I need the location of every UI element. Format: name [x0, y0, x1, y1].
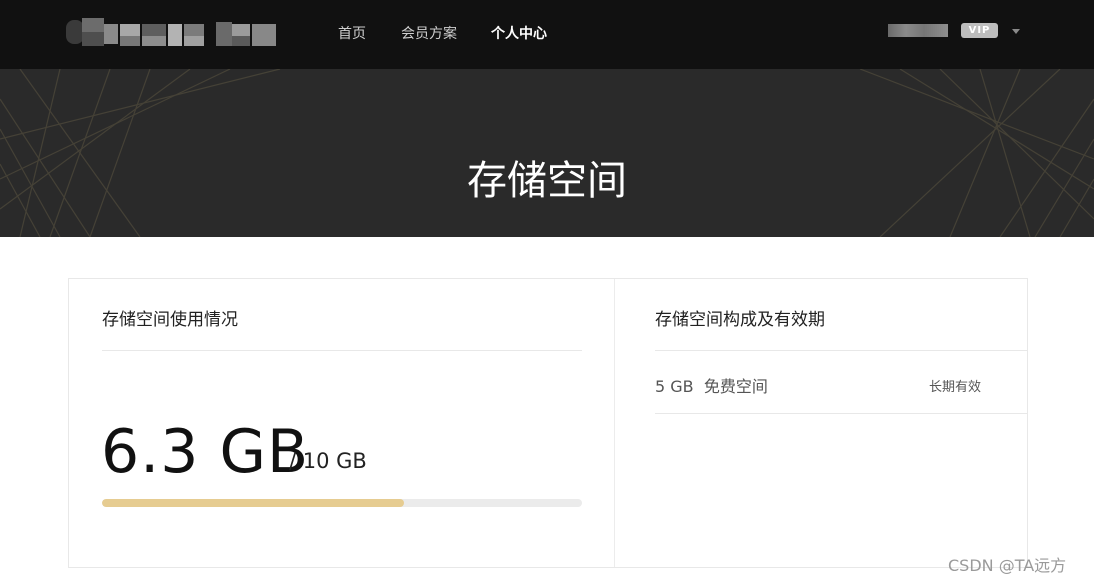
nav-item-personal-center[interactable]: 个人中心 — [491, 23, 547, 43]
chevron-down-icon[interactable] — [1012, 29, 1020, 34]
page-title: 存储空间 — [467, 158, 627, 204]
used-storage-value: 6.3 GB — [101, 417, 310, 487]
storage-progress-bar — [102, 499, 582, 507]
nav-item-home[interactable]: 首页 — [338, 23, 366, 43]
storage-row-validity: 长期有效 — [929, 380, 982, 395]
nav-item-membership-plans[interactable]: 会员方案 — [401, 23, 457, 43]
storage-progress-fill — [102, 499, 405, 507]
total-storage-value: / 10 GB — [289, 449, 367, 473]
card-divider — [614, 279, 615, 567]
watermark: CSDN @TA远方 — [948, 556, 1067, 575]
storage-row-label: 5 GB 免费空间 — [655, 377, 768, 396]
username-pixelated[interactable] — [888, 24, 948, 37]
storage-card: 存储空间使用情况 6.3 GB / 10 GB 存储空间构成及有效期 5 GB … — [68, 278, 1028, 568]
storage-row: 5 GB 免费空间 长期有效 — [655, 351, 1028, 414]
composition-section-title: 存储空间构成及有效期 — [655, 310, 825, 330]
usage-section-separator — [102, 350, 582, 351]
site-logo-pixelated[interactable] — [66, 14, 278, 50]
usage-section-title: 存储空间使用情况 — [102, 310, 238, 330]
top-navigation-bar: 首页 会员方案 个人中心 VIP — [0, 0, 1094, 69]
vip-badge: VIP — [961, 23, 998, 38]
hero-banner: 存储空间 — [0, 69, 1094, 237]
